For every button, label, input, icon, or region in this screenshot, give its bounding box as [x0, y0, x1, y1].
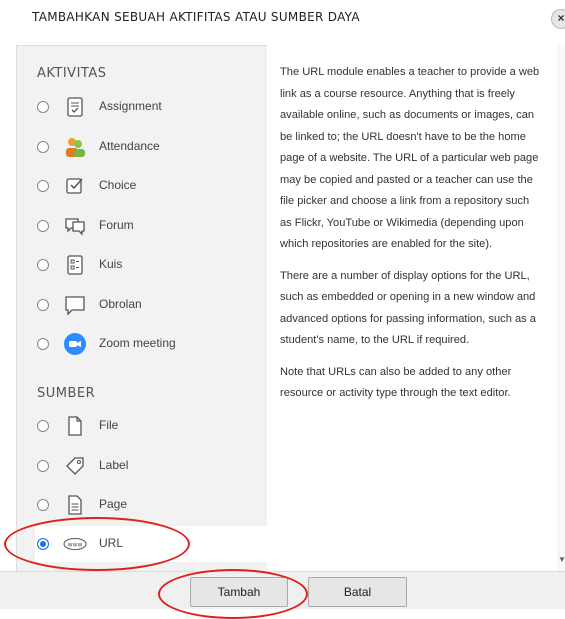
radio-kuis[interactable] [37, 259, 49, 271]
radio-forum[interactable] [37, 220, 49, 232]
chat-icon [63, 293, 87, 317]
option-label: File [99, 418, 119, 432]
description-paragraph: Note that URLs can also be added to any … [280, 365, 512, 400]
description-paragraph: The URL module enables a teacher to prov… [280, 66, 540, 250]
description-paragraph: There are a number of display options fo… [280, 269, 536, 347]
option-label[interactable]: Label [35, 448, 267, 484]
radio-assignment[interactable] [37, 101, 49, 113]
assignment-icon [63, 95, 87, 119]
radio-label[interactable] [37, 460, 49, 472]
option-label: Assignment [99, 99, 162, 113]
option-zoom-meeting[interactable]: Zoom meeting [35, 326, 267, 362]
option-obrolan[interactable]: Obrolan [35, 287, 267, 323]
option-attendance[interactable]: Attendance [35, 129, 267, 165]
cancel-button[interactable]: Batal [308, 577, 407, 607]
dialog-header: TAMBAHKAN SEBUAH AKTIFITAS ATAU SUMBER D… [0, 0, 565, 40]
choice-icon [63, 174, 87, 198]
option-file[interactable]: File [35, 408, 267, 444]
scroll-down-icon[interactable]: ▼ [558, 555, 565, 565]
radio-choice[interactable] [37, 180, 49, 192]
option-label: Obrolan [99, 297, 142, 311]
module-chooser-list: AKTIVITAS Assignment Attendance Choice F… [16, 45, 267, 572]
radio-attendance[interactable] [37, 141, 49, 153]
radio-file[interactable] [37, 420, 49, 432]
dialog-title: TAMBAHKAN SEBUAH AKTIFITAS ATAU SUMBER D… [32, 10, 360, 24]
resources-section-label: SUMBER [37, 386, 96, 401]
close-icon[interactable]: × [551, 9, 565, 29]
page-icon [63, 493, 87, 517]
option-kuis[interactable]: Kuis [35, 247, 267, 283]
forum-icon [63, 214, 87, 238]
option-label: Page [99, 497, 128, 511]
option-assignment[interactable]: Assignment [35, 89, 267, 125]
url-highlight-annotation [4, 517, 190, 571]
radio-zoom-meeting[interactable] [37, 338, 49, 350]
option-label: Forum [99, 218, 134, 232]
option-label: Attendance [99, 139, 160, 153]
option-choice[interactable]: Choice [35, 168, 267, 204]
file-icon [63, 414, 87, 438]
radio-page[interactable] [37, 499, 49, 511]
option-label: Zoom meeting [99, 336, 176, 350]
option-label: Label [99, 458, 129, 472]
option-label: Choice [99, 178, 137, 192]
zoom-icon [63, 332, 87, 356]
activities-section-label: AKTIVITAS [37, 66, 107, 81]
module-description: The URL module enables a teacher to prov… [280, 62, 540, 415]
description-scrollbar[interactable] [558, 45, 565, 571]
add-button-highlight-annotation [158, 569, 308, 619]
label-icon [63, 454, 87, 478]
radio-obrolan[interactable] [37, 299, 49, 311]
add-activity-dialog: TAMBAHKAN SEBUAH AKTIFITAS ATAU SUMBER D… [0, 0, 565, 619]
option-label: Kuis [99, 257, 123, 271]
quiz-icon [63, 253, 87, 277]
option-forum[interactable]: Forum [35, 208, 267, 244]
attendance-icon [63, 135, 87, 159]
